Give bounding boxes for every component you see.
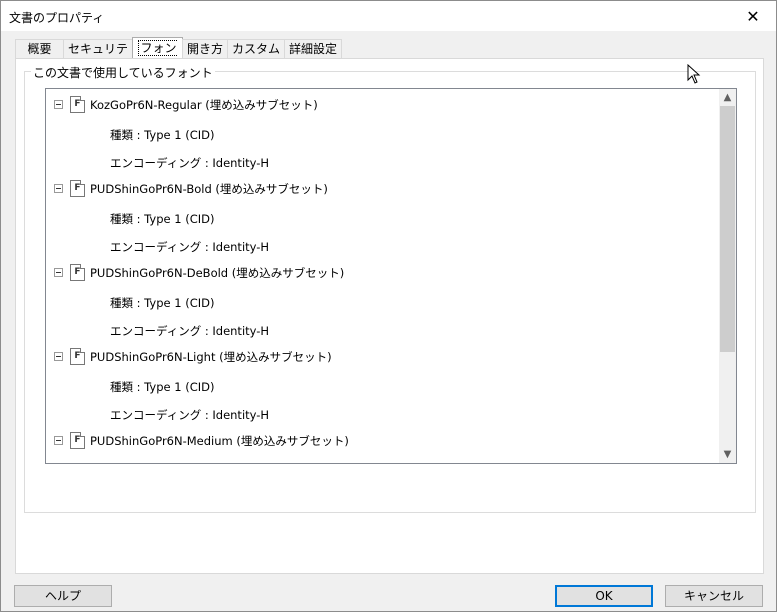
collapse-minus-icon[interactable]: [54, 268, 63, 277]
collapse-minus-icon[interactable]: [54, 184, 63, 193]
tree-font-detail[interactable]: エンコーディング : Identity-H: [46, 147, 719, 175]
font-name: PUDShinGoPr6N-DeBold (埋め込みサブセット): [90, 266, 345, 280]
font-name: PUDShinGoPr6N-Medium (埋め込みサブセット): [90, 434, 349, 448]
tree-font-detail[interactable]: 種類 : Type 1 (CID): [46, 287, 719, 315]
mouse-pointer-icon: [687, 64, 701, 84]
font-encoding: エンコーディング : Identity-H: [110, 240, 270, 254]
groupbox-label: この文書で使用しているフォント: [31, 64, 215, 81]
tab-fonts[interactable]: フォント: [132, 37, 183, 76]
font-file-icon: F: [70, 432, 85, 449]
font-tree[interactable]: F KozGoPr6N-Regular (埋め込みサブセット) 種類 : Typ…: [45, 88, 737, 464]
tree-scrollbar[interactable]: ▲ ▼: [719, 89, 736, 463]
font-type: 種類 : Type 1 (CID): [110, 380, 215, 394]
font-type: 種類: [110, 463, 133, 464]
font-type: 種類 : Type 1 (CID): [110, 128, 215, 142]
tab-overview[interactable]: 概要: [15, 39, 64, 58]
fonts-tab-page: この文書で使用しているフォント F KozGoPr6N-Regular (埋め込…: [15, 58, 764, 574]
scroll-thumb[interactable]: [720, 106, 735, 352]
tree-font-item[interactable]: F PUDShinGoPr6N-Medium (埋め込みサブセット): [46, 427, 719, 455]
font-encoding: エンコーディング : Identity-H: [110, 156, 270, 170]
tab-security[interactable]: セキュリティ: [63, 39, 133, 74]
font-file-icon: F: [70, 264, 85, 281]
font-name: PUDShinGoPr6N-Light (埋め込みサブセット): [90, 350, 332, 364]
tree-font-item[interactable]: F PUDShinGoPr6N-Bold (埋め込みサブセット): [46, 175, 719, 203]
cancel-button[interactable]: キャンセル: [665, 585, 763, 607]
collapse-minus-icon[interactable]: [54, 436, 63, 445]
properties-dialog: 文書のプロパティ ✕ 概要 セキュリティ フォント 開き方 カスタム 詳細設定 …: [0, 0, 777, 612]
tree-font-item[interactable]: F PUDShinGoPr6N-Light (埋め込みサブセット): [46, 343, 719, 371]
tree-font-detail[interactable]: 種類: [46, 455, 719, 464]
font-name: PUDShinGoPr6N-Bold (埋め込みサブセット): [90, 182, 328, 196]
close-icon: ✕: [746, 6, 760, 26]
font-name: KozGoPr6N-Regular (埋め込みサブセット): [90, 98, 318, 112]
font-file-icon: F: [70, 180, 85, 197]
chevron-up-icon[interactable]: ▲: [719, 89, 736, 106]
tree-font-detail[interactable]: 種類 : Type 1 (CID): [46, 203, 719, 231]
close-button[interactable]: ✕: [730, 1, 776, 31]
tab-open[interactable]: 開き方: [182, 39, 228, 58]
tree-font-detail[interactable]: エンコーディング : Identity-H: [46, 399, 719, 427]
font-file-icon: F: [70, 96, 85, 113]
window-title: 文書のプロパティ: [9, 11, 105, 25]
font-type: 種類 : Type 1 (CID): [110, 212, 215, 226]
tab-custom[interactable]: カスタム: [227, 39, 285, 58]
chevron-down-icon[interactable]: ▼: [719, 446, 736, 463]
help-button[interactable]: ヘルプ: [14, 585, 112, 607]
title-bar: 文書のプロパティ ✕: [1, 1, 776, 31]
collapse-minus-icon[interactable]: [54, 352, 63, 361]
collapse-minus-icon[interactable]: [54, 100, 63, 109]
tree-font-detail[interactable]: 種類 : Type 1 (CID): [46, 119, 719, 147]
font-encoding: エンコーディング : Identity-H: [110, 324, 270, 338]
font-file-icon: F: [70, 348, 85, 365]
font-encoding: エンコーディング : Identity-H: [110, 408, 270, 422]
tree-font-detail[interactable]: エンコーディング : Identity-H: [46, 315, 719, 343]
fonts-groupbox: この文書で使用しているフォント F KozGoPr6N-Regular (埋め込…: [24, 64, 756, 513]
font-type: 種類 : Type 1 (CID): [110, 296, 215, 310]
tree-font-detail[interactable]: 種類 : Type 1 (CID): [46, 371, 719, 399]
tree-font-item[interactable]: F PUDShinGoPr6N-DeBold (埋め込みサブセット): [46, 259, 719, 287]
ok-button[interactable]: OK: [555, 585, 653, 607]
tree-font-detail[interactable]: エンコーディング : Identity-H: [46, 231, 719, 259]
tree-font-item[interactable]: F KozGoPr6N-Regular (埋め込みサブセット): [46, 91, 719, 119]
tab-advanced[interactable]: 詳細設定: [284, 39, 342, 58]
